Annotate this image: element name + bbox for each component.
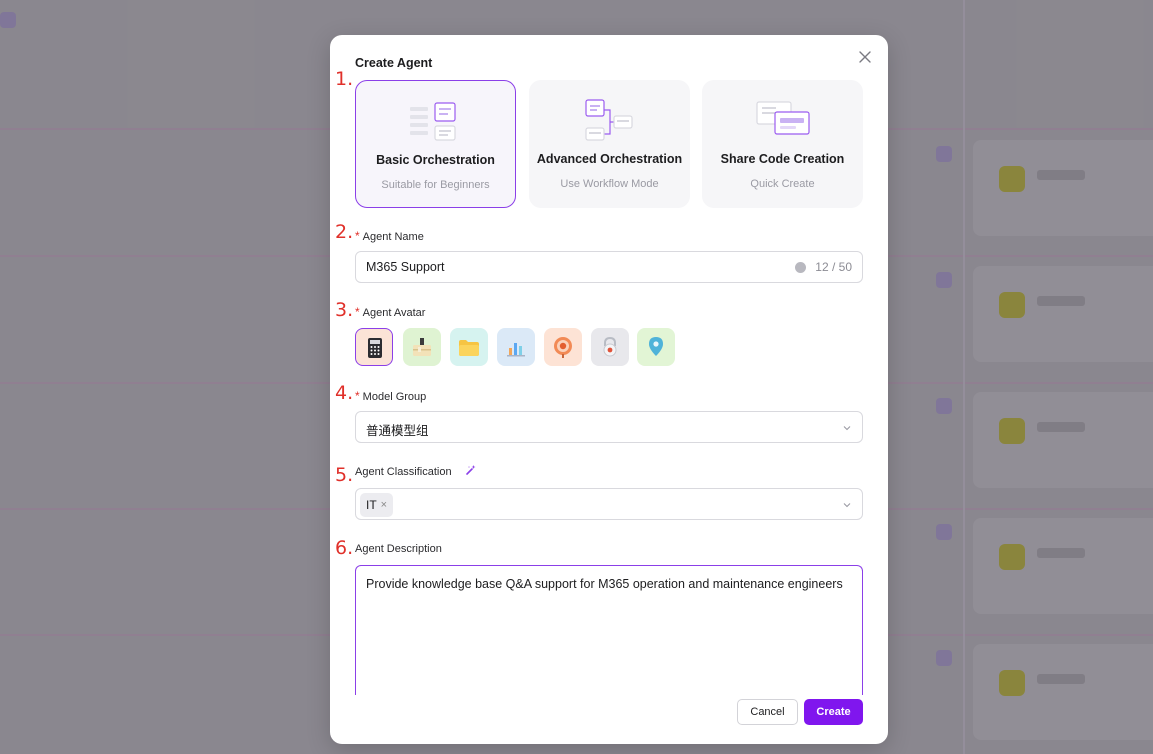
agent-name-value: M365 Support [366, 260, 445, 274]
calculator-icon [368, 338, 382, 358]
clear-input-icon[interactable] [795, 262, 806, 273]
model-group-select[interactable]: 普通模型组 [355, 411, 863, 443]
advanced-orchestration-card[interactable]: Advanced Orchestration Use Workflow Mode [529, 80, 690, 208]
remove-tag-icon[interactable]: × [381, 499, 387, 511]
agent-description-label: Agent Description [355, 543, 442, 555]
close-icon[interactable] [856, 48, 874, 66]
step-marker: 3. [335, 299, 354, 321]
toolbox-icon [413, 338, 431, 356]
share-code-creation-card[interactable]: Share Code Creation Quick Create [702, 80, 863, 208]
card-subtitle: Suitable for Beginners [381, 179, 490, 191]
character-count: 12 / 50 [815, 260, 852, 274]
avatar-option-folder[interactable] [450, 328, 488, 366]
agent-description-value: Provide knowledge base Q&A support for M… [366, 577, 843, 591]
step-marker: 2. [335, 221, 354, 243]
target-icon [554, 337, 572, 358]
required-mark: * [355, 389, 360, 403]
classification-tag: IT × [360, 493, 394, 517]
avatar-option-location-pin[interactable] [637, 328, 675, 366]
chevron-down-icon [843, 503, 851, 508]
share-code-illustration-icon [755, 101, 810, 135]
avatar-option-target[interactable] [544, 328, 582, 366]
step-marker: 5. [335, 464, 354, 486]
required-mark: * [355, 305, 360, 319]
card-title: Basic Orchestration [376, 153, 495, 167]
creation-type-selector: Basic Orchestration Suitable for Beginne… [355, 80, 863, 208]
basic-orchestration-card[interactable]: Basic Orchestration Suitable for Beginne… [355, 80, 516, 208]
step-marker: 4. [335, 382, 354, 404]
location-pin-icon [649, 337, 663, 356]
lock-icon [603, 336, 617, 357]
create-button[interactable]: Create [804, 699, 863, 725]
agent-name-label: * Agent Name [355, 229, 424, 243]
avatar-option-calculator[interactable] [355, 328, 393, 366]
tag-label: IT [366, 498, 377, 512]
step-marker: 6. [335, 537, 354, 559]
card-subtitle: Quick Create [750, 178, 815, 190]
ai-magic-wand-icon[interactable] [465, 464, 477, 476]
chevron-down-icon [843, 426, 851, 431]
model-group-label: * Model Group [355, 389, 427, 403]
step-marker: 1. [335, 68, 354, 90]
dialog-title: Create Agent [355, 56, 433, 70]
create-agent-dialog: Create Agent 1. 2. 3. 4. 5. 6. 7. Basic … [330, 35, 888, 744]
folder-icon [459, 340, 479, 356]
cancel-button[interactable]: Cancel [737, 699, 798, 725]
card-subtitle: Use Workflow Mode [560, 178, 659, 190]
model-group-value: 普通模型组 [366, 424, 429, 438]
agent-classification-select[interactable]: IT × [355, 488, 863, 520]
avatar-option-lock[interactable] [591, 328, 629, 366]
avatar-option-toolbox[interactable] [403, 328, 441, 366]
agent-avatar-label: * Agent Avatar [355, 305, 426, 319]
agent-classification-label: Agent Classification [355, 466, 452, 478]
card-title: Advanced Orchestration [536, 152, 683, 166]
workflow-illustration-icon [584, 99, 633, 141]
agent-name-input[interactable]: M365 Support 12 / 50 [355, 251, 863, 283]
required-mark: * [355, 229, 360, 243]
card-title: Share Code Creation [720, 152, 845, 166]
avatar-option-bar-chart[interactable] [497, 328, 535, 366]
agent-description-textarea[interactable]: Provide knowledge base Q&A support for M… [355, 565, 863, 695]
bar-chart-icon [507, 343, 525, 357]
basic-orchestration-illustration-icon [409, 102, 456, 141]
